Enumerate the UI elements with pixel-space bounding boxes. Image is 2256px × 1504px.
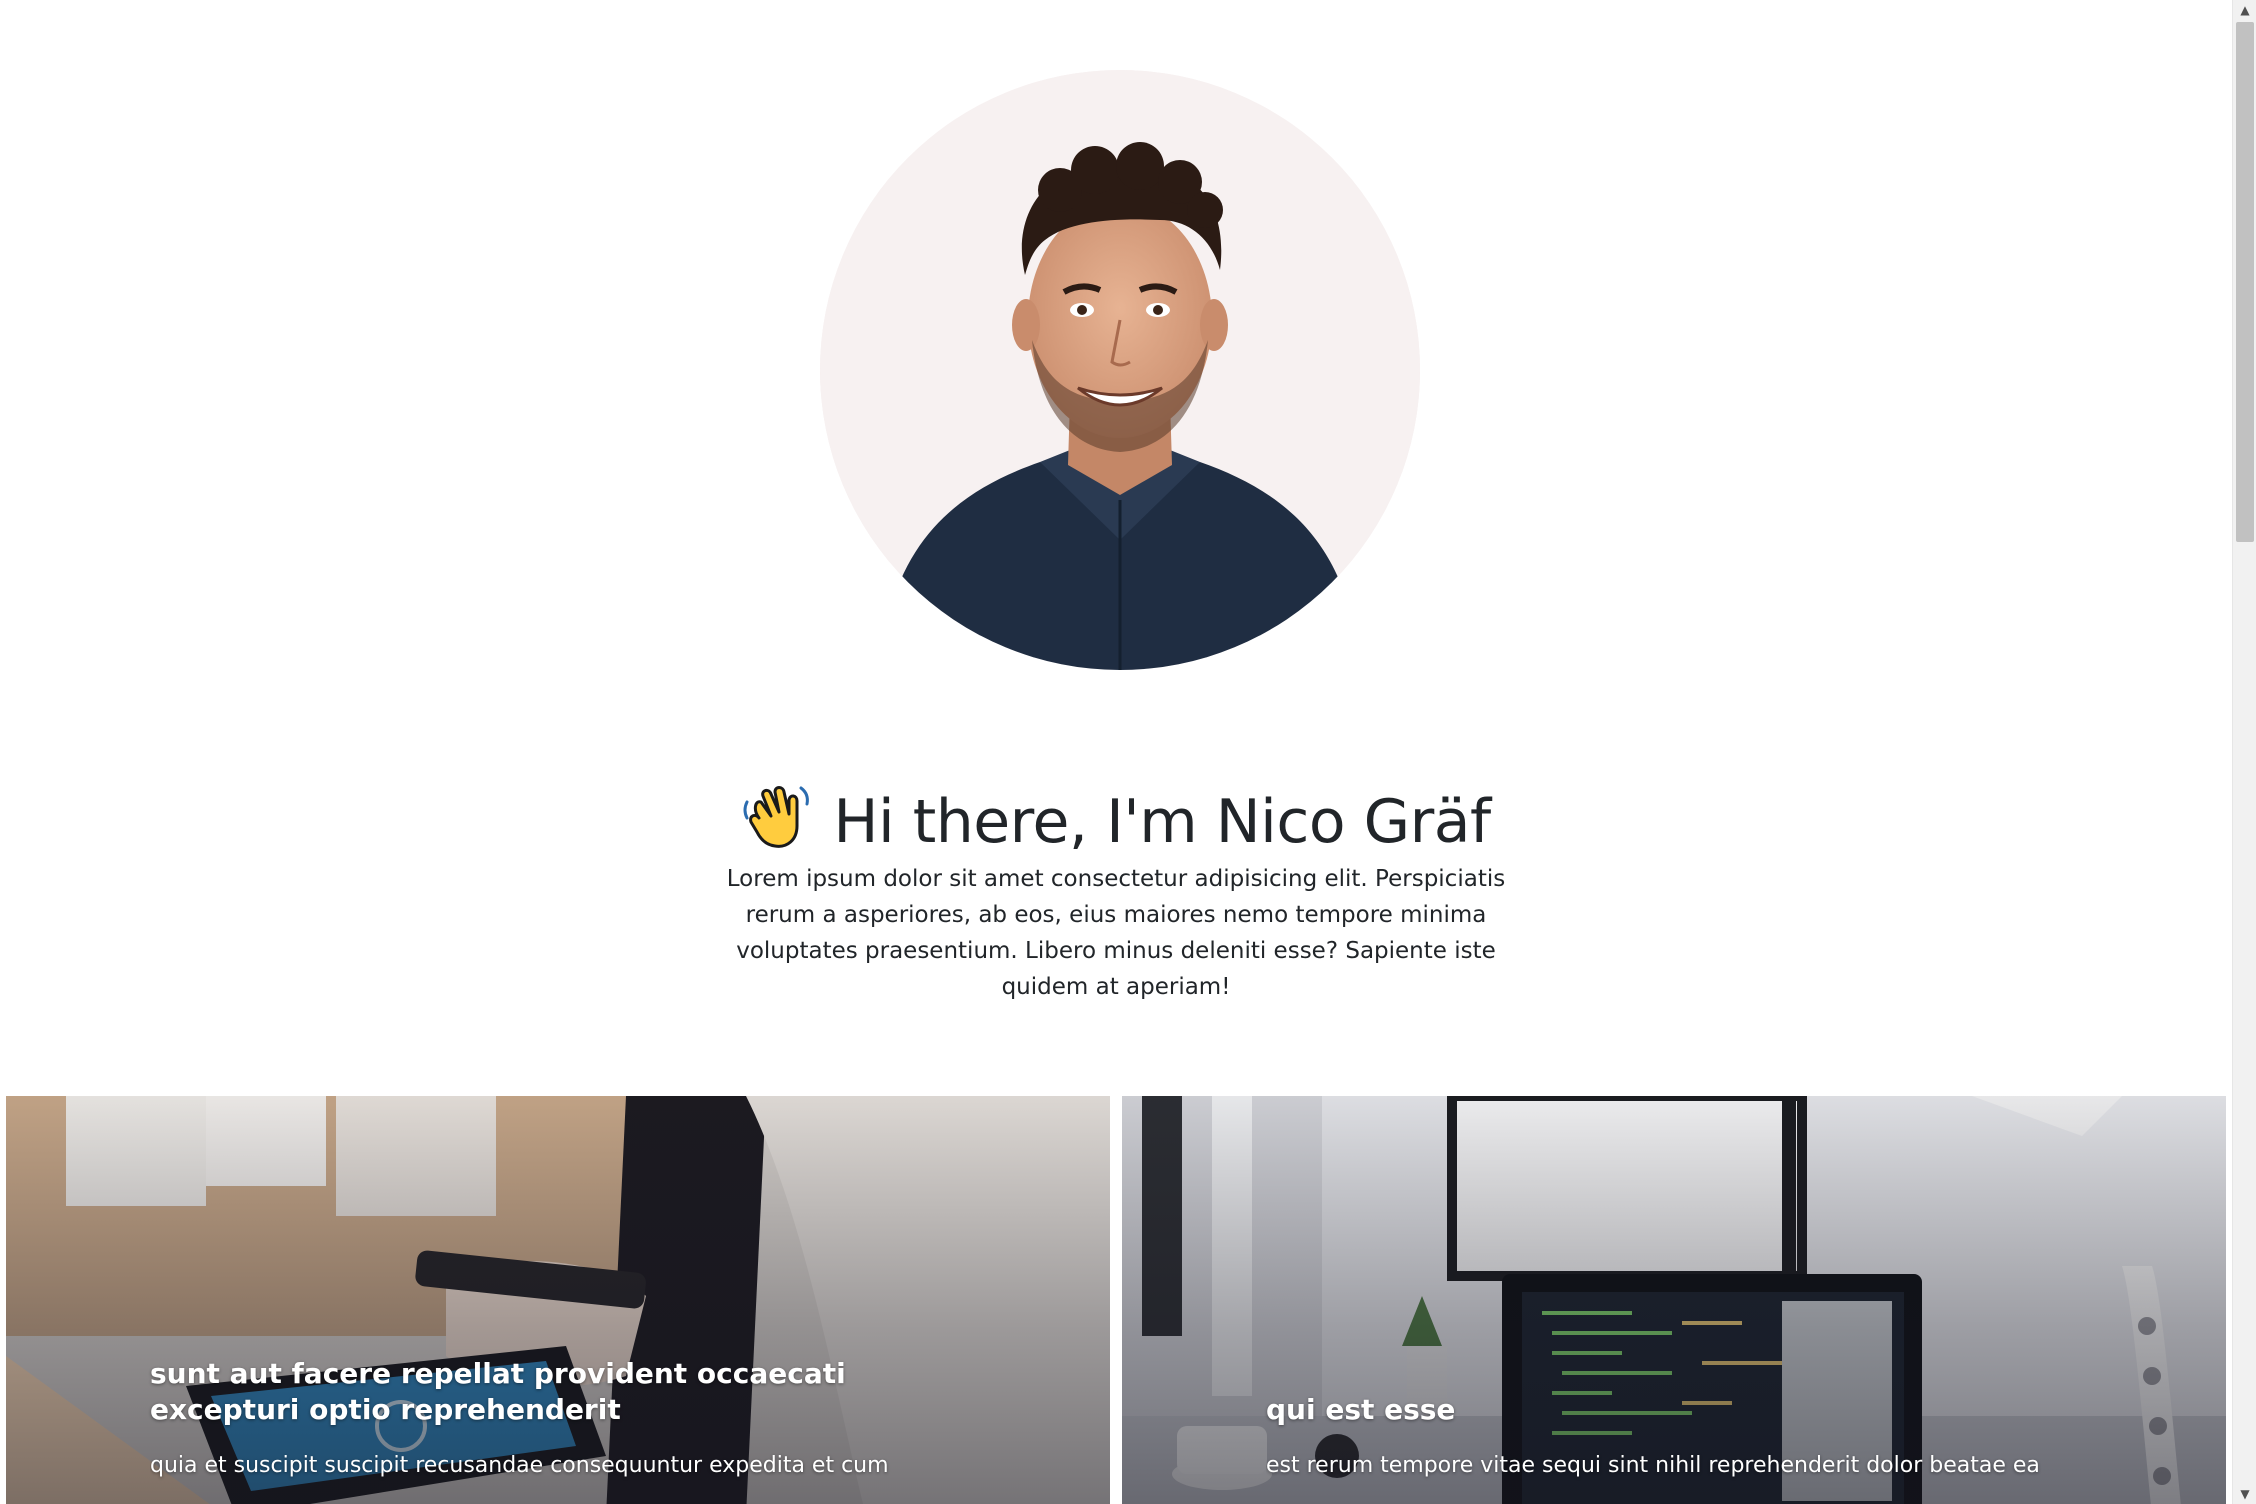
avatar-portrait <box>820 70 1420 670</box>
post-excerpt: est rerum tempore vitae sequi sint nihil… <box>1266 1453 2040 1478</box>
post-card[interactable]: sunt aut facere repellat provident occae… <box>6 1096 1110 1504</box>
page-title: Hi there, I'm Nico Gräf <box>0 778 2232 866</box>
scrollbar-thumb[interactable] <box>2236 22 2254 542</box>
post-title[interactable]: sunt aut facere repellat provident occae… <box>150 1356 990 1428</box>
posts-grid: sunt aut facere repellat provident occae… <box>6 1096 2226 1504</box>
post-card[interactable]: qui est esse est rerum tempore vitae seq… <box>1122 1096 2226 1504</box>
greeting-text: Hi there, I'm Nico Gräf <box>833 787 1491 858</box>
scroll-down-icon[interactable]: ▼ <box>2233 1484 2256 1504</box>
post-text: sunt aut facere repellat provident occae… <box>150 1356 990 1504</box>
avatar <box>820 70 1420 670</box>
hero-section: Hi there, I'm Nico Gräf Lorem ipsum dolo… <box>0 0 2232 1000</box>
page: Hi there, I'm Nico Gräf Lorem ipsum dolo… <box>0 0 2232 1504</box>
vertical-scrollbar[interactable]: ▲ ▼ <box>2232 0 2256 1504</box>
post-title[interactable]: qui est esse <box>1266 1392 2106 1428</box>
post-text: qui est esse est rerum tempore vitae seq… <box>1266 1392 2106 1504</box>
post-excerpt: quia et suscipit suscipit recusandae con… <box>150 1453 889 1478</box>
waving-hand-icon <box>741 782 811 852</box>
intro-paragraph: Lorem ipsum dolor sit amet consectetur a… <box>726 866 1506 1000</box>
scroll-up-icon[interactable]: ▲ <box>2233 0 2256 20</box>
